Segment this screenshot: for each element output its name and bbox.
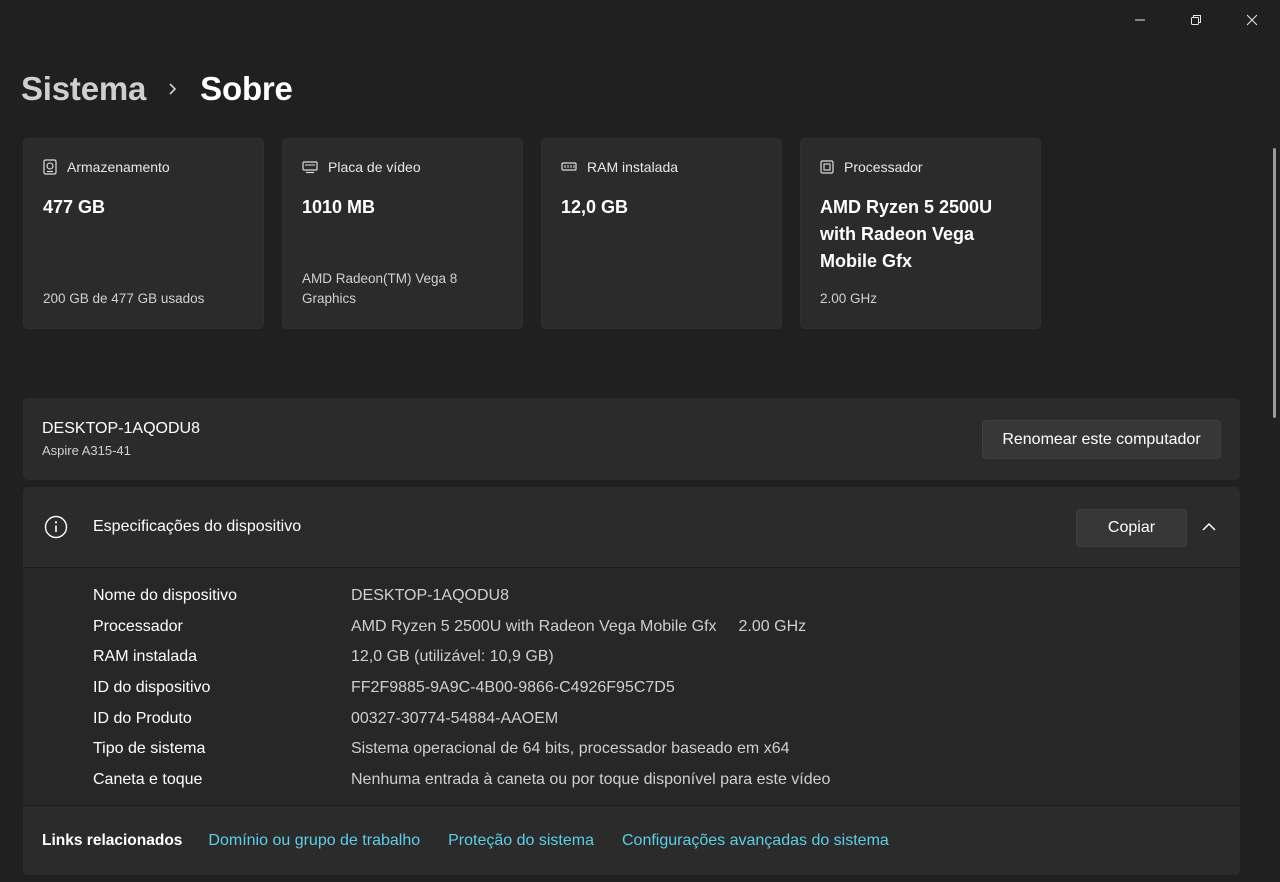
spec-label: Nome do dispositivo bbox=[93, 587, 238, 605]
spec-label: ID do Produto bbox=[93, 709, 192, 727]
spec-value: DESKTOP-1AQODU8 bbox=[351, 587, 509, 605]
cpu-card: Processador AMD Ryzen 5 2500U with Radeo… bbox=[800, 138, 1041, 329]
card-value: 12,0 GB bbox=[561, 197, 629, 217]
spec-label: RAM instalada bbox=[93, 648, 198, 666]
chevron-up-icon[interactable] bbox=[1201, 519, 1217, 535]
rename-computer-button[interactable]: Renomear este computador bbox=[982, 420, 1221, 459]
related-links: Links relacionados Domínio ou grupo de t… bbox=[23, 805, 1240, 875]
spec-value: FF2F9885-9A9C-4B00-9866-C4926F95C7D5 bbox=[351, 679, 675, 697]
spec-row: Processador AMD Ryzen 5 2500U with Radeo… bbox=[23, 612, 1240, 643]
spec-value-extra: 2.00 GHz bbox=[738, 617, 807, 635]
device-specifications-panel: Especificações do dispositivo Copiar Nom… bbox=[23, 487, 1240, 875]
spec-label: Caneta e toque bbox=[93, 770, 203, 788]
card-title: RAM instalada bbox=[587, 159, 679, 175]
breadcrumb: Sistema Sobre bbox=[21, 70, 293, 108]
spec-value: 12,0 GB (utilizável: 10,9 GB) bbox=[351, 648, 554, 666]
spec-value: AMD Ryzen 5 2500U with Radeon Vega Mobil… bbox=[351, 617, 717, 635]
breadcrumb-parent[interactable]: Sistema bbox=[21, 70, 146, 108]
close-button[interactable] bbox=[1224, 0, 1280, 40]
spec-row: Caneta e toque Nenhuma entrada à caneta … bbox=[23, 765, 1240, 796]
spec-label: ID do dispositivo bbox=[93, 679, 211, 697]
spec-label: Processador bbox=[93, 617, 183, 635]
storage-icon bbox=[43, 159, 57, 175]
storage-card: Armazenamento 477 GB 200 GB de 477 GB us… bbox=[23, 138, 264, 329]
ram-icon bbox=[561, 162, 577, 171]
ram-card: RAM instalada 12,0 GB bbox=[541, 138, 782, 329]
chevron-right-icon bbox=[168, 82, 178, 96]
card-subtext: AMD Radeon(TM) Vega 8 Graphics bbox=[302, 271, 458, 306]
card-subtext: 2.00 GHz bbox=[820, 291, 878, 306]
spec-row: ID do Produto 00327-30774-54884-AAOEM bbox=[23, 703, 1240, 734]
spec-value: Nenhuma entrada à caneta ou por toque di… bbox=[351, 770, 831, 788]
spec-row: Tipo de sistema Sistema operacional de 6… bbox=[23, 734, 1240, 765]
specifications-list: Nome do dispositivo DESKTOP-1AQODU8 Proc… bbox=[23, 568, 1240, 795]
gpu-icon bbox=[302, 161, 318, 174]
spec-label: Tipo de sistema bbox=[93, 740, 206, 758]
spec-value: 00327-30774-54884-AAOEM bbox=[351, 709, 559, 727]
page-title: Sobre bbox=[200, 70, 293, 107]
card-title: Processador bbox=[844, 159, 923, 175]
spec-row: RAM instalada 12,0 GB (utilizável: 10,9 … bbox=[23, 642, 1240, 673]
minimize-icon bbox=[1135, 19, 1145, 21]
link-system-protection[interactable]: Proteção do sistema bbox=[448, 832, 594, 850]
close-icon bbox=[1246, 14, 1258, 26]
spec-value: Sistema operacional de 64 bits, processa… bbox=[351, 740, 790, 758]
maximize-button[interactable] bbox=[1168, 0, 1224, 40]
copy-button[interactable]: Copiar bbox=[1076, 509, 1187, 547]
card-value: 1010 MB bbox=[302, 197, 376, 217]
gpu-card: Placa de vídeo 1010 MB AMD Radeon(TM) Ve… bbox=[282, 138, 523, 329]
device-name-panel: DESKTOP-1AQODU8 Aspire A315-41 Renomear … bbox=[23, 398, 1240, 480]
card-value: AMD Ryzen 5 2500U with Radeon Vega Mobil… bbox=[820, 197, 993, 271]
card-title: Placa de vídeo bbox=[328, 159, 421, 175]
spec-row: Nome do dispositivo DESKTOP-1AQODU8 bbox=[23, 581, 1240, 612]
card-title: Armazenamento bbox=[67, 159, 170, 175]
info-icon bbox=[44, 515, 68, 539]
restore-icon bbox=[1191, 15, 1201, 25]
spec-row: ID do dispositivo FF2F9885-9A9C-4B00-986… bbox=[23, 673, 1240, 704]
window-controls bbox=[1112, 0, 1280, 40]
link-advanced-system-settings[interactable]: Configurações avançadas do sistema bbox=[622, 832, 889, 850]
card-subtext: 200 GB de 477 GB usados bbox=[43, 291, 205, 306]
specifications-title: Especificações do dispositivo bbox=[93, 518, 302, 535]
minimize-button[interactable] bbox=[1112, 0, 1168, 40]
cpu-icon bbox=[820, 160, 834, 174]
card-value: 477 GB bbox=[43, 197, 106, 217]
summary-cards: Armazenamento 477 GB 200 GB de 477 GB us… bbox=[23, 138, 1041, 329]
related-links-label: Links relacionados bbox=[42, 831, 183, 849]
vertical-scrollbar[interactable] bbox=[1273, 148, 1276, 418]
link-domain-workgroup[interactable]: Domínio ou grupo de trabalho bbox=[208, 832, 420, 850]
specifications-header[interactable]: Especificações do dispositivo Copiar bbox=[23, 487, 1240, 568]
